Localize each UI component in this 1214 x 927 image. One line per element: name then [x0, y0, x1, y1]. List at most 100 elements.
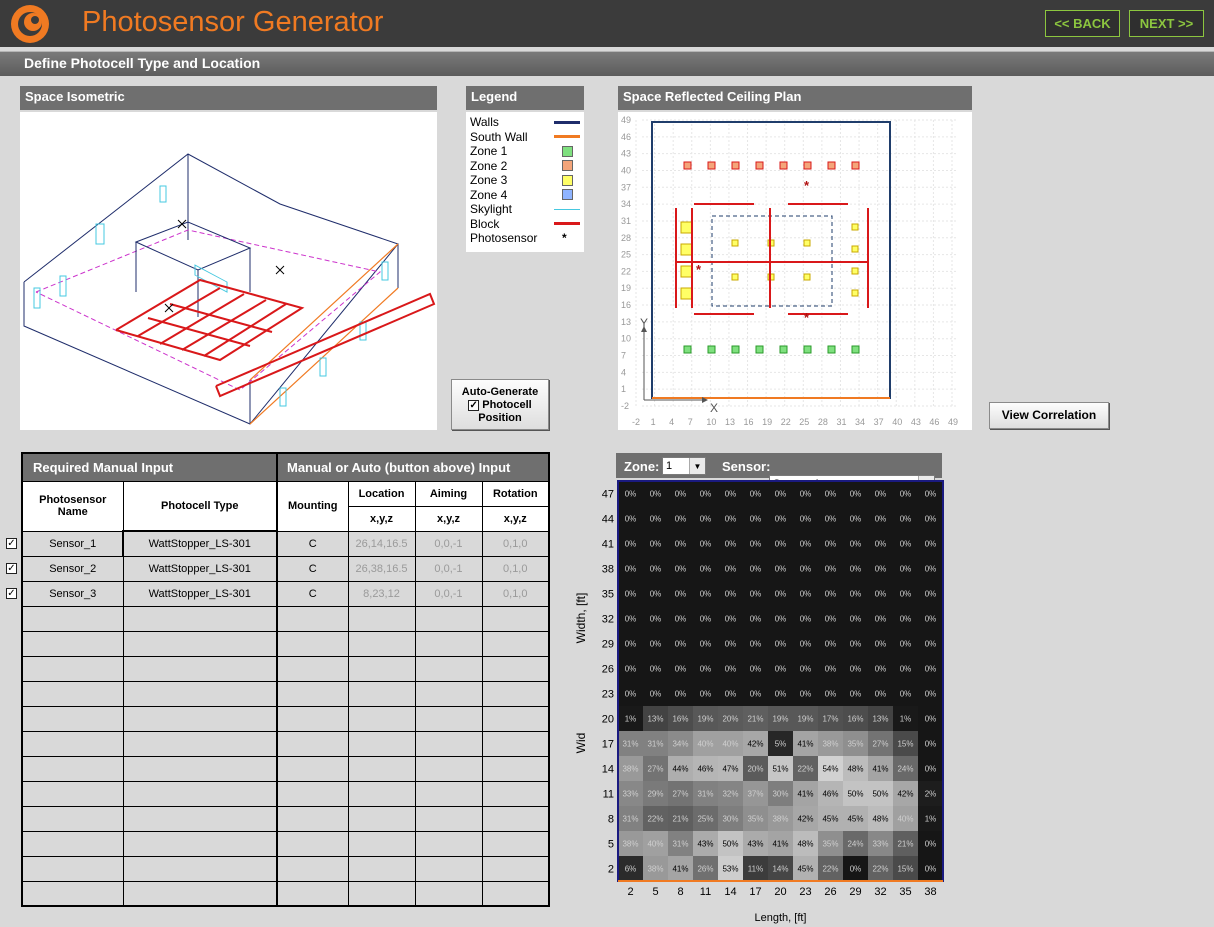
cell-aim[interactable]: [414, 805, 483, 832]
cell-mount[interactable]: [276, 755, 349, 782]
cell-mount[interactable]: [276, 880, 349, 907]
cell-name[interactable]: [21, 705, 124, 732]
cell-type[interactable]: [122, 655, 278, 682]
cell-loc[interactable]: [347, 705, 416, 732]
cell-type[interactable]: [122, 630, 278, 657]
cell-rot[interactable]: [481, 730, 550, 757]
next-button[interactable]: NEXT >>: [1129, 10, 1204, 37]
back-button[interactable]: << BACK: [1045, 10, 1120, 37]
cell-aim[interactable]: [414, 680, 483, 707]
cell-mount[interactable]: [276, 605, 349, 632]
cell-mount[interactable]: C: [276, 530, 349, 557]
cell-aim[interactable]: [414, 730, 483, 757]
cell-mount[interactable]: [276, 705, 349, 732]
cell-mount[interactable]: [276, 855, 349, 882]
cell-rot[interactable]: [481, 705, 550, 732]
cell-name[interactable]: [21, 605, 124, 632]
cell-name[interactable]: Sensor_2: [21, 555, 124, 582]
cell-aim[interactable]: [414, 780, 483, 807]
cell-rot[interactable]: [481, 855, 550, 882]
cell-aim[interactable]: 0,0,-1: [414, 555, 483, 582]
cell-loc[interactable]: [347, 680, 416, 707]
cell-mount[interactable]: [276, 655, 349, 682]
cell-type[interactable]: [122, 880, 278, 907]
cell-rot[interactable]: [481, 805, 550, 832]
cell-loc[interactable]: 26,14,16.5: [347, 530, 416, 557]
cell-name[interactable]: [21, 630, 124, 657]
cell-type[interactable]: [122, 780, 278, 807]
cell-loc[interactable]: [347, 730, 416, 757]
cell-name[interactable]: [21, 855, 124, 882]
cell-type[interactable]: [122, 705, 278, 732]
row-checkbox[interactable]: ✓: [6, 538, 17, 549]
cell-aim[interactable]: [414, 880, 483, 907]
cell-loc[interactable]: 26,38,16.5: [347, 555, 416, 582]
cell-aim[interactable]: [414, 705, 483, 732]
cell-rot[interactable]: [481, 630, 550, 657]
cell-mount[interactable]: [276, 630, 349, 657]
cell-loc[interactable]: 8,23,12: [347, 580, 416, 607]
cell-rot[interactable]: [481, 830, 550, 857]
cell-mount[interactable]: [276, 830, 349, 857]
cell-name[interactable]: [21, 830, 124, 857]
cell-type[interactable]: [122, 855, 278, 882]
cell-mount[interactable]: [276, 805, 349, 832]
cell-name[interactable]: [21, 655, 124, 682]
cell-type[interactable]: WattStopper_LS-301: [122, 530, 278, 557]
cell-name[interactable]: [21, 780, 124, 807]
cell-loc[interactable]: [347, 855, 416, 882]
cell-rot[interactable]: [481, 605, 550, 632]
cell-mount[interactable]: C: [276, 580, 349, 607]
cell-mount[interactable]: [276, 780, 349, 807]
cell-name[interactable]: [21, 680, 124, 707]
auto-generate-button[interactable]: Auto-Generate ✓ Photocell Position: [451, 379, 549, 430]
cell-type[interactable]: WattStopper_LS-301: [122, 555, 278, 582]
cell-aim[interactable]: [414, 755, 483, 782]
cell-type[interactable]: WattStopper_LS-301: [122, 580, 278, 607]
cell-aim[interactable]: [414, 655, 483, 682]
cell-loc[interactable]: [347, 605, 416, 632]
cell-rot[interactable]: [481, 880, 550, 907]
cell-rot[interactable]: [481, 780, 550, 807]
cell-rot[interactable]: 0,1,0: [481, 530, 550, 557]
cell-aim[interactable]: [414, 605, 483, 632]
cell-type[interactable]: [122, 730, 278, 757]
cell-loc[interactable]: [347, 830, 416, 857]
row-checkbox[interactable]: ✓: [6, 588, 17, 599]
cell-name[interactable]: [21, 730, 124, 757]
cell-name[interactable]: Sensor_1: [21, 530, 124, 557]
cell-aim[interactable]: [414, 855, 483, 882]
row-checkbox[interactable]: ✓: [6, 563, 17, 574]
cell-mount[interactable]: [276, 730, 349, 757]
cell-rot[interactable]: [481, 755, 550, 782]
cell-type[interactable]: [122, 805, 278, 832]
zone-select[interactable]: 1 ▼: [662, 457, 706, 475]
cell-loc[interactable]: [347, 880, 416, 907]
cell-type[interactable]: [122, 830, 278, 857]
cell-mount[interactable]: C: [276, 555, 349, 582]
auto-generate-checkbox[interactable]: ✓: [468, 400, 480, 411]
cell-loc[interactable]: [347, 755, 416, 782]
cell-mount[interactable]: [276, 680, 349, 707]
cell-loc[interactable]: [347, 655, 416, 682]
cell-aim[interactable]: [414, 630, 483, 657]
cell-name[interactable]: Sensor_3: [21, 580, 124, 607]
cell-type[interactable]: [122, 680, 278, 707]
cell-rot[interactable]: [481, 680, 550, 707]
cell-aim[interactable]: [414, 830, 483, 857]
cell-type[interactable]: [122, 605, 278, 632]
cell-name[interactable]: [21, 755, 124, 782]
rcp-panel: 49 46 43 40 37 34 31 28 25 22 19 16 13 10 7 4 1 -2 -2 1 4 7 10…: [618, 112, 972, 430]
cell-type[interactable]: [122, 755, 278, 782]
cell-loc[interactable]: [347, 805, 416, 832]
cell-rot[interactable]: 0,1,0: [481, 555, 550, 582]
cell-rot[interactable]: 0,1,0: [481, 580, 550, 607]
cell-aim[interactable]: 0,0,-1: [414, 530, 483, 557]
cell-loc[interactable]: [347, 780, 416, 807]
cell-rot[interactable]: [481, 655, 550, 682]
cell-name[interactable]: [21, 805, 124, 832]
cell-loc[interactable]: [347, 630, 416, 657]
view-correlation-button[interactable]: View Correlation: [989, 402, 1109, 429]
cell-name[interactable]: [21, 880, 124, 907]
cell-aim[interactable]: 0,0,-1: [414, 580, 483, 607]
